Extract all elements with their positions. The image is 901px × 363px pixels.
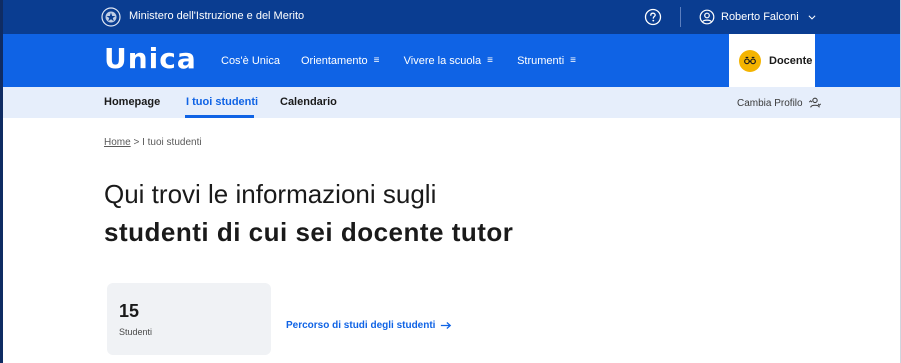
page-title-line2: studenti di cui sei docente tutor <box>104 217 514 247</box>
ministry-bar: Ministero dell'Istruzione e del Merito R… <box>3 0 900 34</box>
breadcrumb: Home > I tuoi studenti <box>104 137 202 148</box>
page-title-line1: Qui trovi le informazioni sugli <box>104 179 437 209</box>
menu-lines-icon: ≡ <box>570 54 576 66</box>
students-count-card: 15 Studenti <box>107 283 271 355</box>
menu-lines-icon: ≡ <box>373 54 380 66</box>
nav-item-label: Strumenti <box>517 54 565 67</box>
user-menu[interactable]: Roberto Falconi <box>699 8 817 26</box>
teacher-glasses-icon <box>739 49 761 72</box>
ministry-name[interactable]: Ministero dell'Istruzione e del Merito <box>129 10 304 22</box>
study-path-link-label: Percorso di studi degli studenti <box>286 320 436 331</box>
role-label: Docente <box>769 54 813 67</box>
role-switch-docente[interactable]: Docente <box>729 34 815 87</box>
topbar-divider <box>680 7 681 27</box>
nav-item-cose-unica[interactable]: Cos'è Unica <box>221 55 280 67</box>
chevron-down-icon <box>808 15 816 20</box>
user-name: Roberto Falconi <box>721 11 799 23</box>
arrow-right-icon <box>441 322 452 329</box>
republic-emblem-icon[interactable] <box>101 7 121 27</box>
tab-i-tuoi-studenti[interactable]: I tuoi studenti <box>186 96 258 108</box>
unica-logo[interactable]: Unica <box>104 42 197 75</box>
switch-profile-icon <box>808 97 821 108</box>
tab-homepage[interactable]: Homepage <box>104 96 160 108</box>
main-nav-links: Cos'è Unica Orientamento ≡ Vivere la scu… <box>221 34 600 87</box>
breadcrumb-home-link[interactable]: Home <box>104 137 131 148</box>
sub-navigation: Homepage I tuoi studenti Calendario Camb… <box>3 87 900 118</box>
tab-calendario[interactable]: Calendario <box>280 96 337 108</box>
user-circle-icon <box>699 9 715 25</box>
main-navigation: Unica Cos'è Unica Orientamento ≡ Vivere … <box>3 34 900 87</box>
nav-item-strumenti[interactable]: Strumenti ≡ <box>517 55 579 67</box>
students-count-label: Studenti <box>119 327 153 337</box>
breadcrumb-current: I tuoi studenti <box>142 137 202 148</box>
nav-item-orientamento[interactable]: Orientamento ≡ <box>301 55 383 67</box>
students-count: 15 <box>119 301 140 321</box>
nav-item-label: Orientamento <box>300 54 368 67</box>
change-profile-button[interactable]: Cambia Profilo <box>737 96 822 110</box>
breadcrumb-separator: > <box>133 137 140 148</box>
student-study-path-link[interactable]: Percorso di studi degli studenti <box>286 320 452 331</box>
help-circle-icon[interactable] <box>644 8 662 26</box>
nav-item-vivere-la-scuola[interactable]: Vivere la scuola ≡ <box>404 55 496 67</box>
change-profile-label: Cambia Profilo <box>737 97 803 109</box>
active-tab-indicator <box>185 115 254 118</box>
menu-lines-icon: ≡ <box>487 54 493 66</box>
nav-item-label: Vivere la scuola <box>403 54 482 67</box>
nav-item-label: Cos'è Unica <box>221 54 280 67</box>
